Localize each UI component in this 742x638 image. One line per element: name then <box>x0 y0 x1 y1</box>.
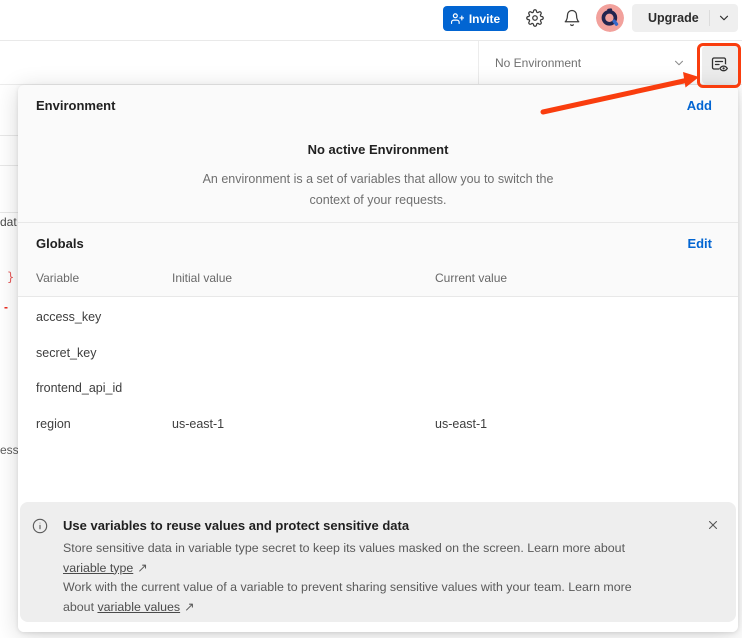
table-row: access_key <box>18 310 738 326</box>
info-line-3: Work with the current value of a variabl… <box>63 578 702 598</box>
current-value: us-east-1 <box>435 417 487 431</box>
external-link-icon: ↗ <box>137 559 147 579</box>
close-icon[interactable] <box>704 516 722 534</box>
invite-button-label: Invite <box>469 12 500 26</box>
background-code-fragment: - <box>4 300 8 314</box>
external-link-icon: ↗ <box>184 598 194 618</box>
column-header-current-value: Current value <box>435 271 507 285</box>
info-line-4-prefix: about <box>63 600 97 614</box>
environment-toolbar: No Environment <box>0 41 742 85</box>
background-text-fragment: data <box>0 215 17 229</box>
upgrade-button-label: Upgrade <box>632 11 709 25</box>
table-row: region us-east-1 us-east-1 <box>18 417 738 433</box>
section-divider <box>18 222 738 223</box>
background-divider <box>0 165 18 166</box>
info-line-4: about variable values ↗ <box>63 598 702 618</box>
variable-name: frontend_api_id <box>36 381 122 395</box>
chevron-down-icon[interactable] <box>710 11 738 25</box>
invite-button[interactable]: Invite <box>443 6 508 31</box>
empty-state-title: No active Environment <box>18 142 738 157</box>
background-code-fragment: } <box>7 270 14 284</box>
background-divider <box>0 212 18 213</box>
info-line-2: variable type ↗ <box>63 559 702 579</box>
background-divider <box>0 135 18 136</box>
info-banner-body: Store sensitive data in variable type se… <box>63 539 702 617</box>
upgrade-button[interactable]: Upgrade <box>632 4 738 32</box>
column-header-initial-value: Initial value <box>172 271 232 285</box>
variable-name: access_key <box>36 310 101 324</box>
variables-info-banner: Use variables to reuse values and protec… <box>20 502 736 622</box>
environment-quick-look-button[interactable] <box>702 46 738 84</box>
globals-title: Globals <box>36 236 84 251</box>
table-row: secret_key <box>18 346 738 362</box>
column-header-variable: Variable <box>36 271 79 285</box>
notifications-button[interactable] <box>561 7 583 29</box>
environment-quick-look-panel: Environment Add No active Environment An… <box>18 85 738 632</box>
top-header-bar: Invite <box>0 0 742 41</box>
edit-globals-link[interactable]: Edit <box>687 236 712 251</box>
panel-title: Environment <box>36 98 115 113</box>
chevron-down-icon <box>672 56 686 70</box>
table-row: frontend_api_id <box>18 381 738 397</box>
variable-values-link[interactable]: variable values <box>97 600 180 614</box>
info-line-1: Store sensitive data in variable type se… <box>63 539 702 559</box>
user-avatar[interactable] <box>596 4 624 32</box>
info-circle-icon <box>32 518 48 534</box>
initial-value: us-east-1 <box>172 417 224 431</box>
background-text-fragment: ess <box>0 443 18 457</box>
postman-environment-quicklook-screen: data } - ess Invite <box>0 0 742 638</box>
environment-selector-value: No Environment <box>495 56 581 70</box>
environment-selector[interactable]: No Environment <box>486 46 692 80</box>
settings-button[interactable] <box>524 7 546 29</box>
variable-type-link[interactable]: variable type <box>63 561 133 575</box>
gear-icon <box>526 9 544 27</box>
add-environment-link[interactable]: Add <box>687 98 712 113</box>
person-plus-icon <box>451 12 464 25</box>
bell-icon <box>563 9 581 27</box>
empty-state-description: An environment is a set of variables tha… <box>18 169 738 211</box>
variable-name: region <box>36 417 71 431</box>
variable-name: secret_key <box>36 346 96 360</box>
toolbar-divider <box>478 41 479 85</box>
list-eye-icon <box>710 55 730 75</box>
info-banner-title: Use variables to reuse values and protec… <box>63 518 409 533</box>
